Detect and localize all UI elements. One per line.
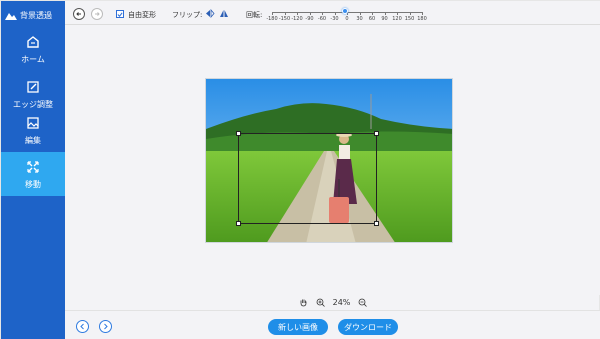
rotate-tick-label: 120 bbox=[392, 16, 402, 22]
bottom-bar: 新しい画像 ダウンロード bbox=[65, 310, 600, 339]
rotate-tick bbox=[422, 12, 423, 15]
zoom-level: 24% bbox=[332, 298, 351, 307]
chevron-right-icon bbox=[104, 323, 108, 330]
rotate-tick bbox=[384, 12, 386, 15]
rotate-tick-label: 30 bbox=[356, 16, 363, 22]
hand-icon[interactable] bbox=[299, 298, 308, 307]
check-icon bbox=[117, 11, 123, 17]
image-edit-icon bbox=[27, 116, 39, 129]
rotate-tick bbox=[372, 12, 373, 15]
rotate-tick-label: -60 bbox=[317, 16, 327, 22]
rotate-tick-label: 0 bbox=[345, 16, 349, 22]
sidebar: 背景透過 ホーム エッジ調整 編集 移動 bbox=[1, 1, 65, 339]
rotate-tick-label: 90 bbox=[381, 16, 388, 22]
rotate-tick bbox=[409, 12, 411, 15]
zoom-in-icon[interactable] bbox=[316, 298, 325, 307]
rotate-tick bbox=[334, 12, 336, 15]
free-transform-checkbox[interactable] bbox=[116, 10, 124, 18]
sidebar-item-label: 編集 bbox=[25, 135, 41, 145]
crop-handle[interactable] bbox=[374, 131, 379, 136]
next-button[interactable] bbox=[99, 320, 112, 333]
sidebar-item-label: 移動 bbox=[25, 179, 41, 189]
rotate-tick bbox=[284, 12, 286, 15]
app-title: 背景透過 bbox=[20, 10, 52, 20]
rotate-label: 回転: bbox=[246, 11, 263, 19]
undo-button[interactable] bbox=[73, 8, 85, 20]
flip-vertical-icon[interactable] bbox=[219, 9, 229, 18]
rotate-tick bbox=[322, 12, 323, 15]
crop-handle[interactable] bbox=[374, 221, 379, 226]
zoom-out-icon[interactable] bbox=[358, 298, 368, 307]
home-icon bbox=[27, 35, 39, 48]
rotate-tick-label: -180 bbox=[266, 16, 278, 22]
rotate-tick-label: 60 bbox=[368, 16, 376, 22]
move-icon bbox=[27, 160, 39, 173]
rotate-tick-label: 180 bbox=[417, 16, 427, 22]
sidebar-item-home[interactable]: ホーム bbox=[1, 27, 65, 71]
edit-edge-icon bbox=[27, 80, 39, 93]
crop-handle[interactable] bbox=[236, 131, 241, 136]
sidebar-item-label: ホーム bbox=[21, 54, 45, 64]
rotate-tick-label: -90 bbox=[305, 16, 314, 22]
crop-frame[interactable] bbox=[236, 131, 379, 226]
crop-handle[interactable] bbox=[236, 221, 241, 226]
redo-button[interactable] bbox=[91, 8, 103, 20]
sidebar-item-edit[interactable]: 編集 bbox=[1, 108, 65, 152]
redo-icon bbox=[95, 12, 100, 16]
logo-icon bbox=[5, 13, 17, 20]
rotate-tick bbox=[272, 12, 273, 15]
undo-icon bbox=[76, 12, 81, 16]
rotate-tick-label: -120 bbox=[291, 16, 303, 22]
rotate-tick bbox=[297, 12, 298, 15]
flip-label: フリップ: bbox=[172, 11, 203, 19]
flip-horizontal-icon[interactable] bbox=[205, 9, 215, 18]
rotate-tick-label: 150 bbox=[404, 16, 415, 22]
app-window: 背景透過 ホーム エッジ調整 編集 移動 自由変形 フリップ: 回転: -180… bbox=[0, 0, 600, 339]
download-button[interactable]: ダウンロード bbox=[338, 319, 398, 335]
rotate-tick-label: -30 bbox=[330, 16, 339, 22]
sidebar-item-move[interactable]: 移動 bbox=[1, 152, 65, 196]
previous-button[interactable] bbox=[76, 320, 89, 333]
rotate-tick-label: -150 bbox=[278, 16, 291, 22]
rotate-tick bbox=[397, 12, 398, 15]
rotate-slider-handle[interactable] bbox=[342, 8, 348, 14]
rotate-tick bbox=[359, 12, 361, 15]
rotate-tick bbox=[309, 12, 311, 15]
free-transform-label: 自由変形 bbox=[128, 11, 156, 19]
chevron-left-icon bbox=[80, 323, 84, 330]
brand: 背景透過 bbox=[5, 7, 52, 23]
zoom-bar: 24% bbox=[65, 295, 600, 310]
new-image-button[interactable]: 新しい画像 bbox=[268, 319, 328, 335]
